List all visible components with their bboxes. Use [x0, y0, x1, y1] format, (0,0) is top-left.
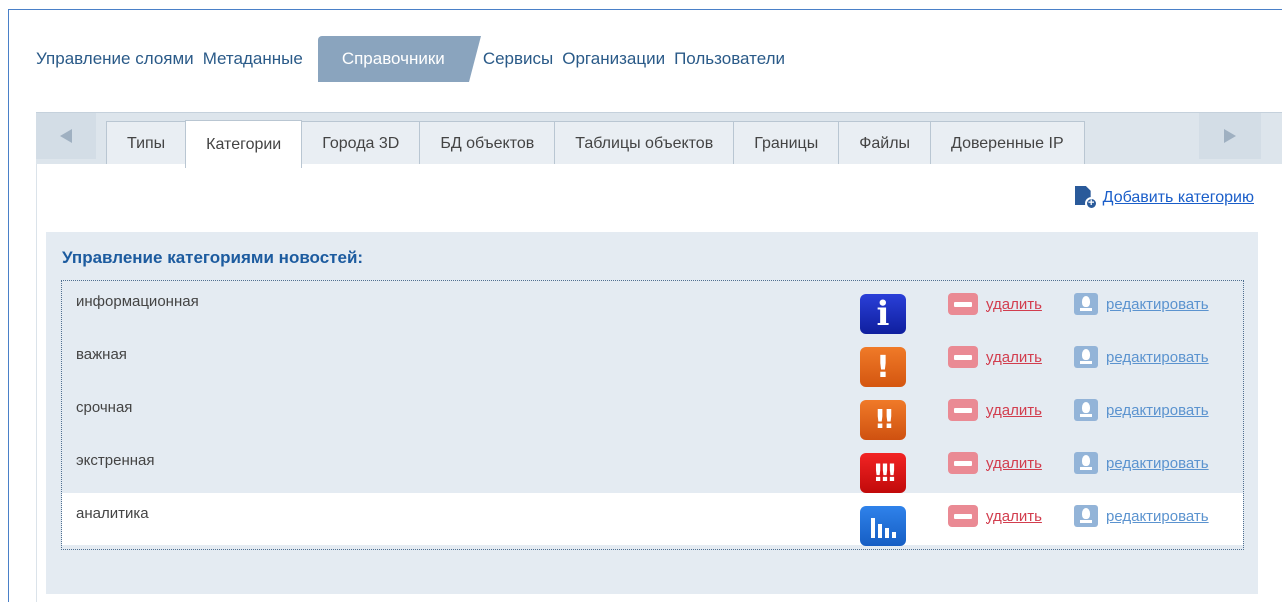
bar-chart-icon — [860, 506, 906, 546]
section-title: Управление категориями новостей: — [62, 248, 364, 267]
edit-button[interactable]: редактировать — [1074, 452, 1209, 474]
tab-categories[interactable]: Категории — [185, 120, 303, 168]
add-document-icon: + — [1074, 186, 1098, 210]
delete-label[interactable]: удалить — [986, 402, 1042, 419]
category-name: аналитика — [76, 505, 149, 522]
categories-section: Управление категориями новостей: информа… — [46, 232, 1258, 594]
tab-trusted-ip[interactable]: Доверенные IP — [930, 121, 1085, 165]
nav-organizations[interactable]: Организации — [562, 36, 665, 69]
add-category-link[interactable]: + Добавить категорию — [1074, 186, 1254, 210]
tabs-list: Типы Категории Города 3D БД объектов Таб… — [106, 120, 1085, 168]
delete-button[interactable]: удалить — [948, 399, 1042, 421]
tab-object-tables[interactable]: Таблицы объектов — [554, 121, 735, 165]
tab-cities-3d[interactable]: Города 3D — [301, 121, 421, 165]
minus-icon — [948, 293, 978, 315]
minus-icon — [948, 399, 978, 421]
double-exclamation-icon: !! — [860, 400, 906, 440]
delete-button[interactable]: удалить — [948, 452, 1042, 474]
tabs-scroll-right-button[interactable] — [1199, 113, 1261, 159]
list-item: важная ! удалить редактировать — [62, 334, 1243, 387]
delete-label[interactable]: удалить — [986, 455, 1042, 472]
delete-label[interactable]: удалить — [986, 508, 1042, 525]
edit-label[interactable]: редактировать — [1106, 402, 1209, 419]
category-name: экстренная — [76, 452, 155, 469]
delete-button[interactable]: удалить — [948, 346, 1042, 368]
tab-files[interactable]: Файлы — [838, 121, 932, 165]
pen-icon — [1074, 346, 1098, 368]
nav-users[interactable]: Пользователи — [674, 36, 785, 69]
list-item: аналитика удалить редактировать — [62, 493, 1243, 546]
edit-button[interactable]: редактировать — [1074, 505, 1209, 527]
tab-borders[interactable]: Границы — [733, 121, 840, 165]
category-name: важная — [76, 346, 127, 363]
delete-button[interactable]: удалить — [948, 293, 1042, 315]
list-item: информационная i удалить редактировать — [62, 281, 1243, 334]
edit-button[interactable]: редактировать — [1074, 399, 1209, 421]
edit-label[interactable]: редактировать — [1106, 296, 1209, 313]
tabs-scroll-left-button[interactable] — [36, 113, 96, 159]
list-item: срочная !! удалить редактировать — [62, 387, 1243, 440]
triple-exclamation-icon: !!! — [860, 453, 906, 493]
delete-label[interactable]: удалить — [986, 296, 1042, 313]
list-item: экстренная !!! удалить редактировать — [62, 440, 1243, 493]
delete-label[interactable]: удалить — [986, 349, 1042, 366]
pen-icon — [1074, 399, 1098, 421]
tab-types[interactable]: Типы — [106, 121, 187, 165]
add-category-label[interactable]: Добавить категорию — [1103, 189, 1254, 207]
exclamation-icon: ! — [860, 347, 906, 387]
minus-icon — [948, 346, 978, 368]
nav-metadata[interactable]: Метаданные — [203, 36, 303, 69]
nav-directories[interactable]: Справочники — [317, 36, 481, 82]
tab-strip: Типы Категории Города 3D БД объектов Таб… — [36, 112, 1282, 168]
edit-label[interactable]: редактировать — [1106, 455, 1209, 472]
arrow-right-icon — [1224, 129, 1236, 143]
minus-icon — [948, 505, 978, 527]
delete-button[interactable]: удалить — [948, 505, 1042, 527]
pen-icon — [1074, 452, 1098, 474]
categories-list: информационная i удалить редактировать в… — [61, 280, 1244, 550]
edit-button[interactable]: редактировать — [1074, 293, 1209, 315]
nav-layers-management[interactable]: Управление слоями — [36, 36, 194, 69]
tab-object-db[interactable]: БД объектов — [419, 121, 556, 165]
minus-icon — [948, 452, 978, 474]
arrow-left-icon — [60, 129, 72, 143]
edit-label[interactable]: редактировать — [1106, 349, 1209, 366]
edit-button[interactable]: редактировать — [1074, 346, 1209, 368]
pen-icon — [1074, 505, 1098, 527]
category-name: срочная — [76, 399, 133, 416]
info-icon: i — [860, 294, 906, 334]
nav-services[interactable]: Сервисы — [483, 36, 553, 69]
edit-label[interactable]: редактировать — [1106, 508, 1209, 525]
category-name: информационная — [76, 293, 199, 310]
pen-icon — [1074, 293, 1098, 315]
top-navigation: Управление слоями Метаданные Справочники… — [36, 36, 794, 82]
